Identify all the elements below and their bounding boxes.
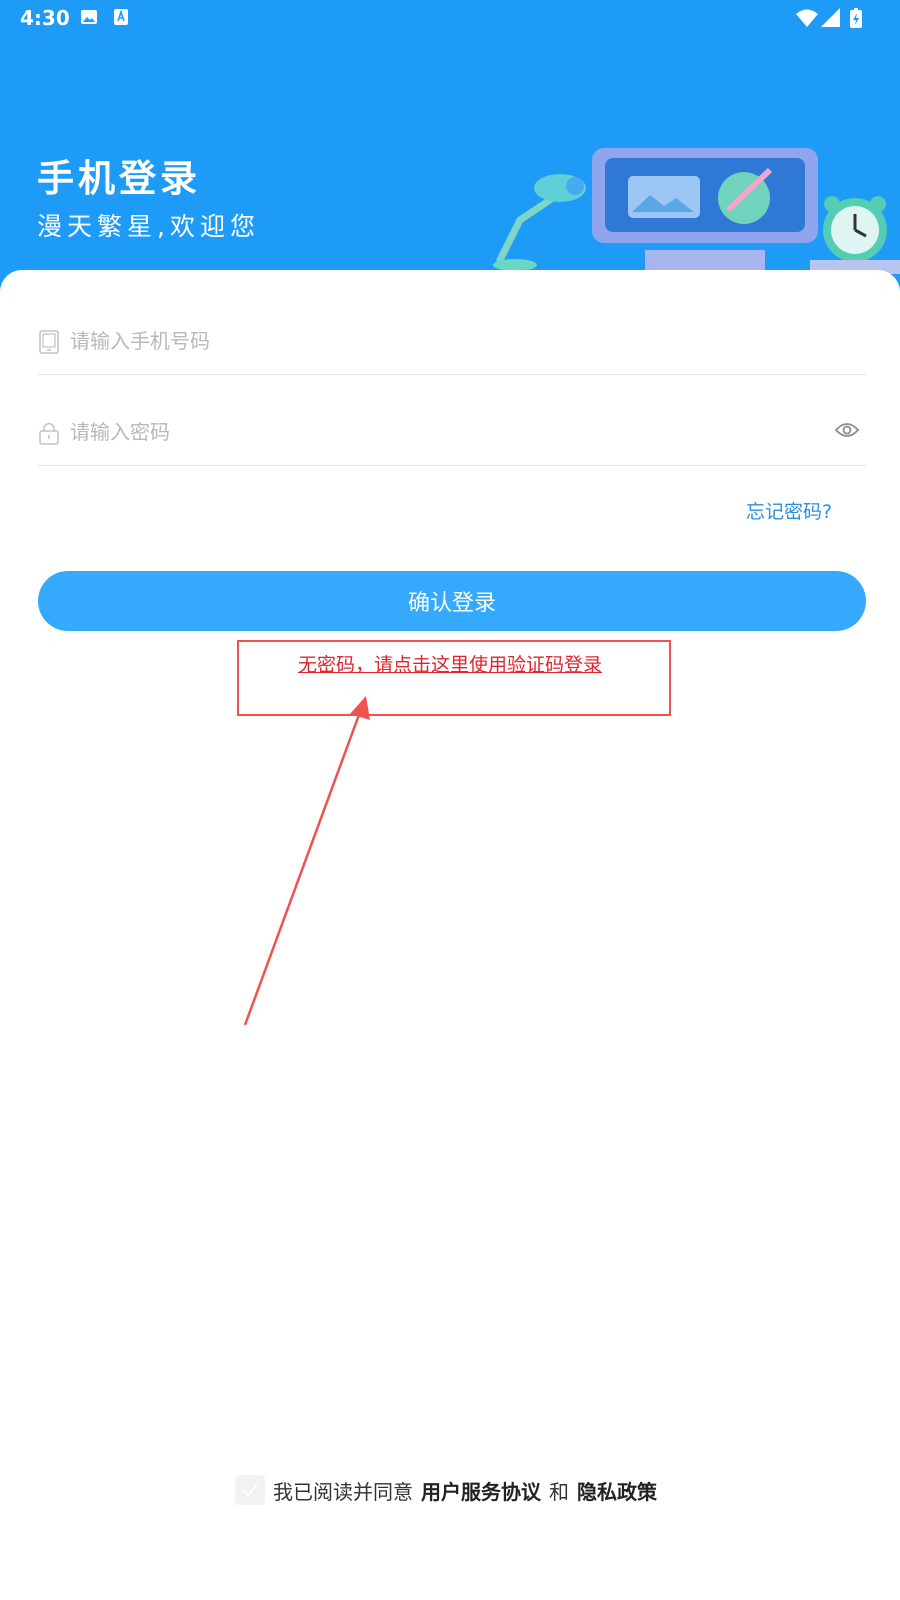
phone-field	[38, 305, 866, 375]
check-icon	[242, 1484, 258, 1497]
forgot-password-link[interactable]: 忘记密码?	[746, 497, 832, 524]
login-screen: 4:30 手机登录 漫天繁星,欢迎您 请输入手机号码 忘记密码? 确认登录 无密…	[0, 0, 900, 1600]
code-login-link: 无密码，请点击这里使用验证码登录	[0, 650, 900, 677]
privacy-link[interactable]: 隐私政策	[577, 1476, 657, 1505]
desk-illustration	[493, 148, 900, 280]
page-subtitle: 漫天繁星,欢迎您	[37, 212, 260, 241]
agreement-checkbox[interactable]	[235, 1475, 265, 1505]
code-login-link-text[interactable]: 无密码，请点击这里使用验证码登录	[298, 654, 602, 676]
lock-icon	[39, 422, 59, 445]
agreement-prefix: 我已阅读并同意	[273, 1479, 413, 1504]
phone-input[interactable]	[70, 319, 790, 363]
image-notification-icon	[81, 10, 97, 24]
app-notification-icon	[114, 9, 128, 25]
status-time: 4:30	[20, 6, 70, 30]
password-input[interactable]	[70, 410, 790, 454]
password-field	[38, 396, 866, 466]
status-bar: 4:30	[0, 0, 900, 36]
agreement-row: 我已阅读并同意 用户服务协议 和 隐私政策	[0, 1470, 900, 1510]
agreement-and: 和	[549, 1479, 569, 1504]
signal-icon	[821, 8, 840, 27]
terms-link[interactable]: 用户服务协议	[421, 1476, 541, 1505]
eye-icon[interactable]	[834, 420, 860, 440]
annotation-arrow	[243, 696, 370, 1026]
confirm-login-button[interactable]: 确认登录	[38, 571, 866, 631]
phone-icon	[39, 330, 59, 354]
battery-icon	[850, 8, 862, 28]
header: 4:30 手机登录 漫天繁星,欢迎您	[0, 0, 900, 300]
wifi-icon	[796, 9, 818, 27]
login-card	[0, 270, 900, 1600]
page-title: 手机登录	[37, 157, 201, 200]
